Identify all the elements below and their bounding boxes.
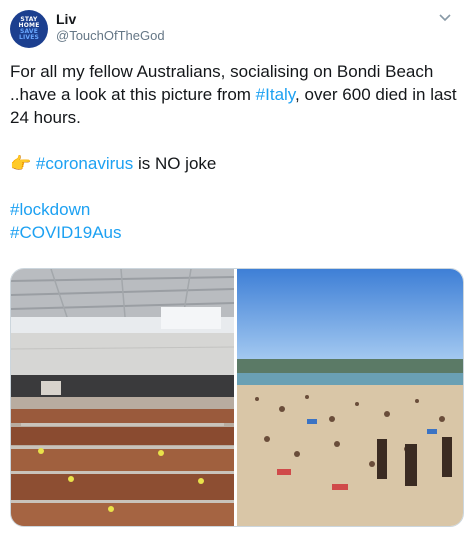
hashtag-lockdown[interactable]: #lockdown [10,200,90,219]
chevron-down-icon[interactable] [437,9,453,25]
hashtag-coronavirus[interactable]: #coronavirus [36,154,133,173]
bondi-beach-image [237,269,463,526]
hangar-coffins-image [11,269,234,526]
bondi-beach-crowd-photo[interactable] [237,269,463,526]
avatar-text-lives: LIVES [18,34,40,41]
hangar-coffins-photo[interactable] [11,269,234,526]
author-name[interactable]: Liv [56,11,76,27]
tweet-media [10,268,464,527]
avatar[interactable]: STAY HOME SAVE LIVES [10,10,48,48]
hashtag-covid19aus[interactable]: #COVID19Aus [10,223,122,242]
pointing-hand-icon: 👉 [10,154,32,173]
tweet-text-part: is NO joke [133,154,217,173]
hashtag-italy[interactable]: #Italy [256,85,295,104]
tweet-text: For all my fellow Australians, socialisi… [10,60,462,244]
author-handle[interactable]: @TouchOfTheGod [56,28,165,43]
